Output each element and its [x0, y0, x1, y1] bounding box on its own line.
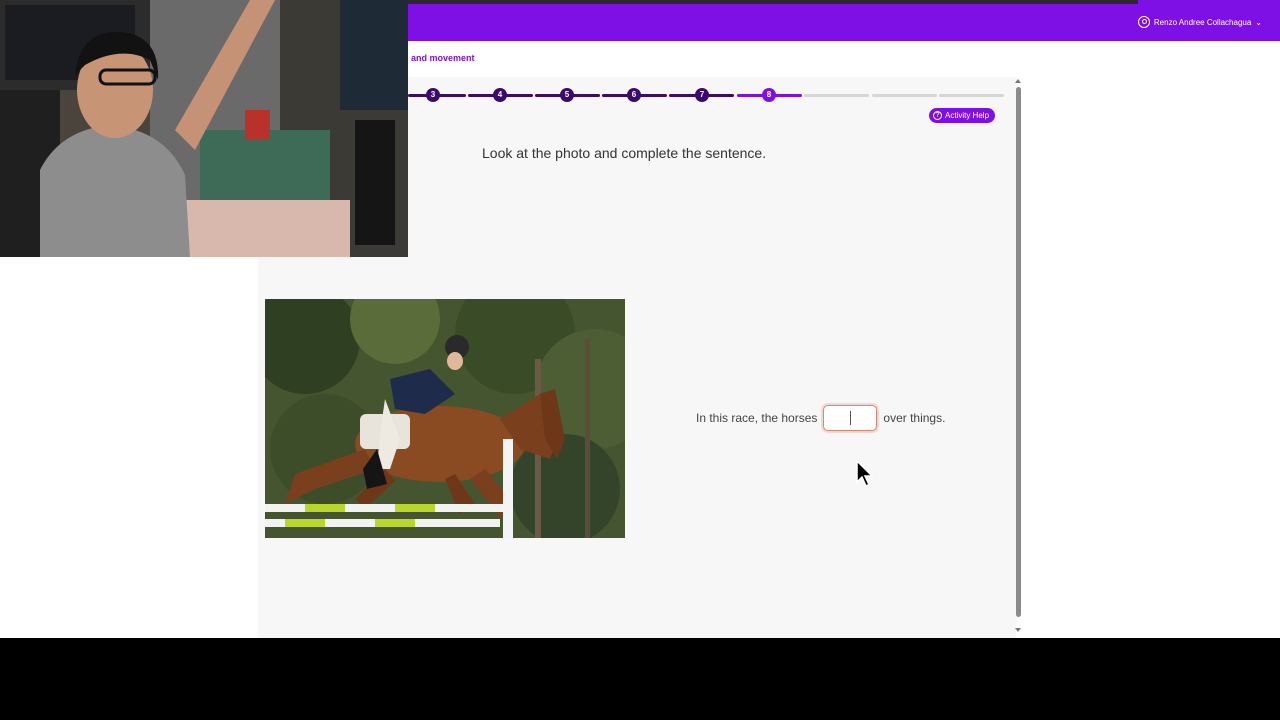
- progress-segment-remaining: [872, 94, 937, 97]
- progress-segment-remaining: [939, 94, 1004, 97]
- sentence-before: In this race, the horses: [696, 411, 818, 425]
- chevron-down-icon: ⌄: [1255, 17, 1262, 27]
- progress-step-7[interactable]: 7: [695, 88, 709, 102]
- progress-step-4[interactable]: 4: [493, 88, 507, 102]
- question-instruction: Look at the photo and complete the sente…: [482, 145, 767, 161]
- progress-tracker: 3 4 5 6 7 8: [408, 86, 1008, 104]
- progress-step-5[interactable]: 5: [560, 88, 574, 102]
- progress-step-3[interactable]: 3: [426, 88, 440, 102]
- user-avatar-icon: [1137, 16, 1150, 28]
- scrollbar-thumb[interactable]: [1016, 87, 1021, 617]
- question-circle-icon: ?: [933, 111, 942, 120]
- progress-segment-remaining: [804, 94, 869, 97]
- user-name: Renzo Andree Collachagua: [1153, 17, 1252, 27]
- activity-help-label: Activity Help: [945, 111, 990, 120]
- progress-step-8[interactable]: 8: [762, 88, 776, 102]
- user-menu[interactable]: Renzo Andree Collachagua ⌄: [1137, 16, 1262, 28]
- breadcrumb[interactable]: and movement: [411, 53, 475, 63]
- scroll-down-arrow-icon[interactable]: [1015, 628, 1021, 632]
- scrollbar[interactable]: [1014, 77, 1024, 638]
- fill-in-sentence: In this race, the horses over things.: [696, 404, 945, 432]
- answer-input[interactable]: [823, 405, 878, 431]
- activity-help-button[interactable]: ? Activity Help: [929, 108, 996, 123]
- mouse-cursor-icon: [856, 459, 876, 493]
- sentence-after: over things.: [883, 411, 946, 425]
- horse-jumping-photo: [265, 299, 625, 538]
- window-strip: [408, 0, 1138, 4]
- screen-bottom-bar: [0, 638, 1280, 720]
- scroll-up-arrow-icon[interactable]: [1015, 79, 1021, 83]
- webcam-overlay: [0, 0, 408, 257]
- progress-step-6[interactable]: 6: [627, 88, 641, 102]
